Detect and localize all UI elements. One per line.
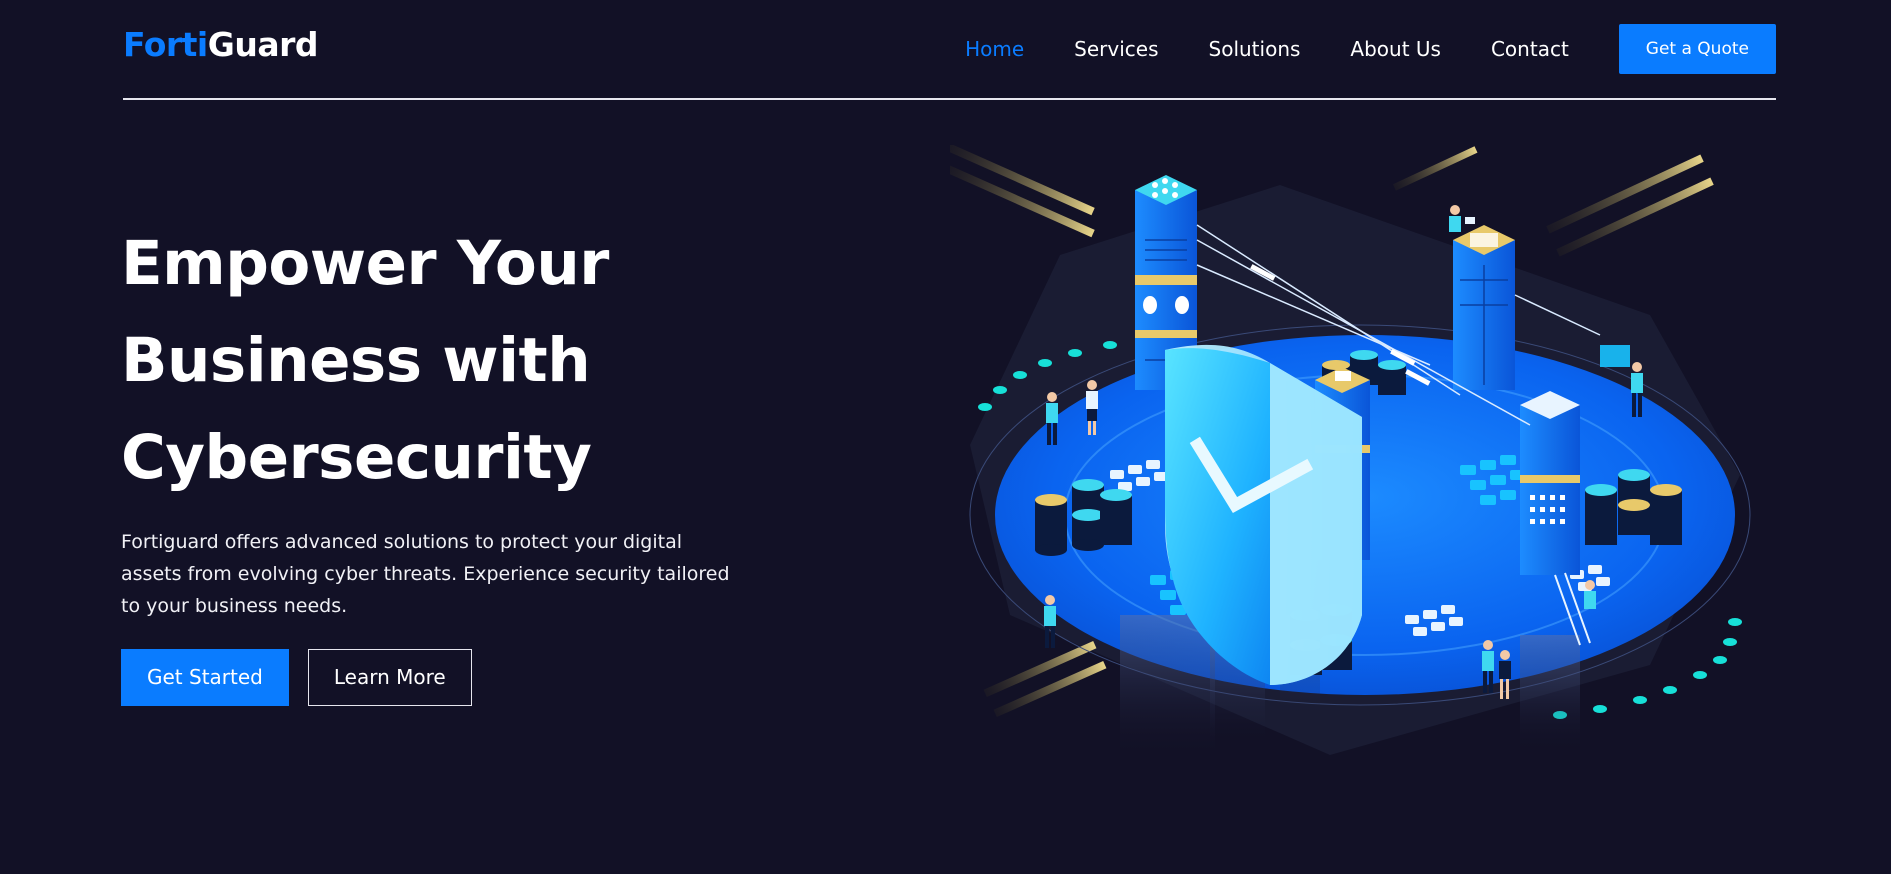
hero-description: Fortiguard offers advanced solutions to …	[121, 531, 730, 617]
get-quote-button[interactable]: Get a Quote	[1618, 24, 1776, 74]
hero-title-line-3: Cybersecurity	[121, 422, 592, 493]
logo-part-forti: Forti	[123, 25, 208, 64]
main-nav: Home Services Solutions About Us Contact…	[965, 24, 1776, 74]
brand-logo[interactable]: FortiGuard	[123, 22, 319, 68]
isometric-security-shield-illustration	[950, 145, 1751, 760]
hero-title-line-1: Empower Your	[121, 228, 609, 299]
hero-title-line-2: Business with	[121, 325, 591, 396]
logo-part-guard: Guard	[207, 25, 319, 64]
learn-more-button[interactable]: Learn More	[307, 649, 472, 706]
landing-page: FortiGuard Home Services Solutions About…	[0, 0, 1891, 874]
site-header: FortiGuard Home Services Solutions About…	[123, 0, 1776, 100]
hero-buttons: Get Started Learn More	[121, 649, 472, 706]
nav-item-home[interactable]: Home	[965, 37, 1024, 61]
get-started-button[interactable]: Get Started	[121, 649, 289, 706]
nav-item-about-us[interactable]: About Us	[1350, 37, 1441, 61]
nav-item-services[interactable]: Services	[1074, 37, 1158, 61]
nav-item-contact[interactable]: Contact	[1491, 37, 1569, 61]
hero-title: Empower Your Business with Cybersecurity	[121, 215, 841, 506]
nav-item-solutions[interactable]: Solutions	[1209, 37, 1301, 61]
